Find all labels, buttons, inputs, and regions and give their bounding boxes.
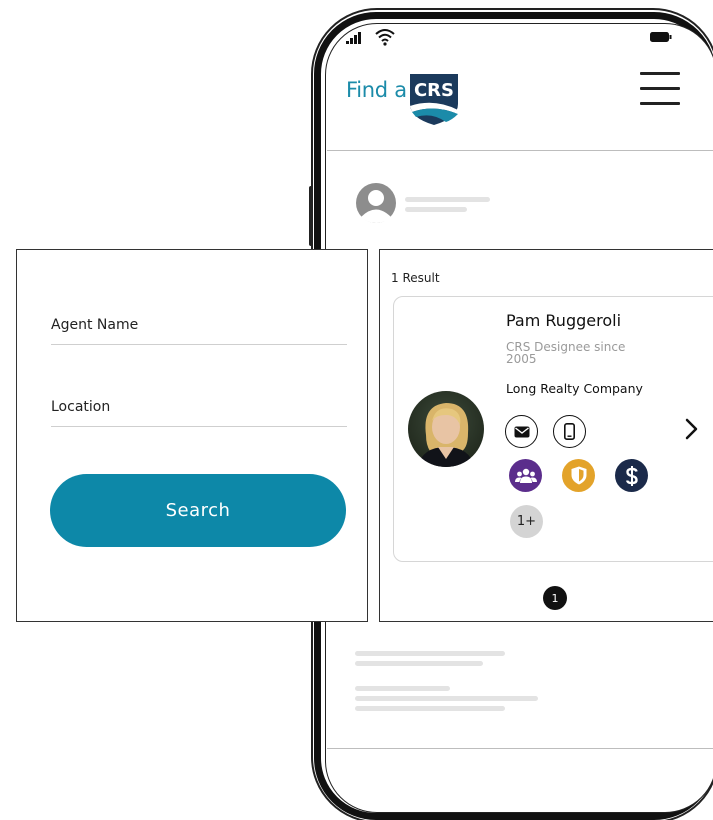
battery-icon: [650, 32, 672, 42]
placeholder-line: [405, 197, 490, 202]
pagination-page[interactable]: 1: [543, 586, 567, 610]
agent-name[interactable]: Pam Ruggeroli: [506, 311, 621, 330]
agent-name-label: Agent Name: [51, 317, 139, 333]
placeholder-line: [405, 207, 467, 212]
network-badge[interactable]: [509, 459, 542, 492]
crs-logo-text: CRS: [414, 80, 454, 101]
results-panel: 1 Result Pam Ruggeroli CRS Designee sinc…: [379, 249, 713, 622]
chevron-right-icon[interactable]: [683, 417, 699, 441]
agent-company: Long Realty Company: [506, 381, 643, 396]
placeholder-line: [355, 661, 483, 666]
search-panel: Agent Name Location Search: [16, 249, 368, 622]
more-badges[interactable]: 1+: [510, 505, 543, 538]
finance-badge[interactable]: [615, 459, 648, 492]
location-field[interactable]: Location: [51, 399, 347, 427]
phone-button[interactable]: [553, 415, 586, 448]
agent-photo: [408, 391, 484, 467]
placeholder-line: [355, 706, 505, 711]
dollar-icon: [625, 465, 638, 486]
placeholder-line: [355, 696, 538, 701]
group-icon: [514, 468, 537, 483]
shield-icon: [571, 466, 586, 485]
certification-badge[interactable]: [562, 459, 595, 492]
placeholder-line: [355, 651, 505, 656]
placeholder-avatar-icon: [356, 183, 396, 223]
mail-icon: [514, 426, 529, 437]
email-button[interactable]: [505, 415, 538, 448]
header-divider: [327, 150, 713, 151]
phone-icon: [564, 423, 575, 440]
agent-name-field[interactable]: Agent Name: [51, 317, 347, 345]
agent-designee-since: CRS Designee since 2005: [506, 340, 626, 366]
wifi-icon: [375, 29, 395, 46]
crs-shield-icon: CRS: [410, 74, 458, 125]
signal-icon: [346, 32, 361, 44]
menu-icon[interactable]: [640, 72, 682, 105]
brand-prefix: Find a: [346, 78, 407, 102]
results-count: 1 Result: [391, 271, 440, 285]
search-button[interactable]: Search: [50, 474, 346, 547]
placeholder-line: [355, 686, 450, 691]
footer-divider: [327, 748, 713, 749]
agent-result-card[interactable]: Pam Ruggeroli CRS Designee since 2005 Lo…: [393, 296, 713, 562]
location-label: Location: [51, 399, 111, 415]
